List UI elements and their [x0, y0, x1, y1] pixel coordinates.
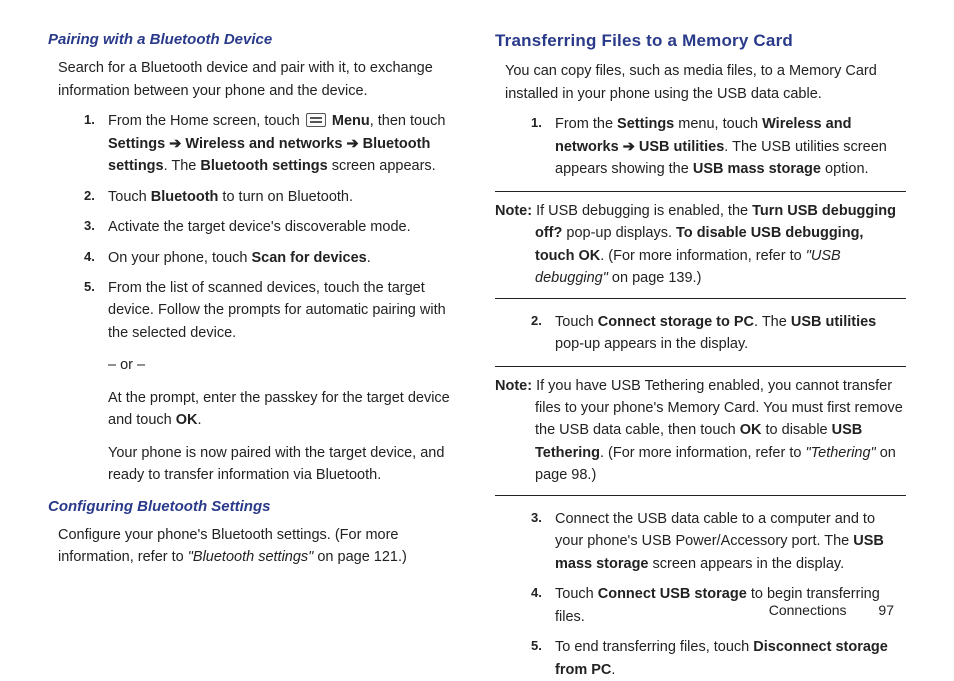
text: If USB debugging is enabled, the	[536, 203, 752, 219]
text: screen appears in the display.	[649, 556, 845, 572]
transfer-steps-a: From the Settings menu, touch Wireless a…	[495, 113, 906, 180]
text: screen appears.	[328, 158, 436, 174]
text: .	[367, 250, 371, 266]
pairing-intro: Search for a Bluetooth device and pair w…	[58, 57, 459, 102]
transfer-step-1: From the Settings menu, touch Wireless a…	[531, 113, 906, 180]
pairing-step-3: Activate the target device's discoverabl…	[84, 216, 459, 238]
bold: Settings	[617, 116, 674, 132]
text: to disable	[762, 422, 832, 438]
note-label: Note:	[495, 200, 532, 222]
text: option.	[821, 161, 869, 177]
text: On your phone, touch	[108, 250, 252, 266]
bold: USB utilities	[639, 139, 724, 155]
bold: Bluetooth	[151, 189, 219, 205]
text: . (For more information, refer to	[600, 248, 805, 264]
page-number: 97	[878, 602, 894, 618]
bold: USB mass storage	[693, 161, 821, 177]
text: to turn on Bluetooth.	[218, 189, 353, 205]
sub-step: Your phone is now paired with the target…	[108, 442, 459, 487]
heading-config: Configuring Bluetooth Settings	[48, 495, 459, 518]
text: To end transferring files, touch	[555, 639, 753, 655]
config-intro: Configure your phone's Bluetooth setting…	[58, 524, 459, 569]
right-column: Transferring Files to a Memory Card You …	[495, 28, 906, 626]
text: From the list of scanned devices, touch …	[108, 280, 446, 341]
text: . (For more information, refer to	[600, 445, 805, 461]
heading-pairing: Pairing with a Bluetooth Device	[48, 28, 459, 51]
text: Connect the USB data cable to a computer…	[555, 511, 875, 549]
note-body: If USB debugging is enabled, the Turn US…	[535, 200, 906, 290]
text: pop-up appears in the display.	[555, 336, 748, 352]
cross-ref: "Tethering"	[805, 445, 875, 461]
bold: Settings	[108, 136, 165, 152]
sub-step: At the prompt, enter the passkey for the…	[108, 387, 459, 432]
text: , then touch	[370, 113, 446, 129]
menu-icon	[306, 113, 326, 127]
transfer-step-5: To end transferring files, touch Disconn…	[531, 636, 906, 681]
pairing-step-4: On your phone, touch Scan for devices.	[84, 247, 459, 269]
transfer-intro: You can copy files, such as media files,…	[505, 60, 906, 105]
left-column: Pairing with a Bluetooth Device Search f…	[48, 28, 459, 626]
bold: Connect storage to PC	[598, 314, 754, 330]
bold: Bluetooth settings	[200, 158, 327, 174]
text: . The	[754, 314, 791, 330]
manual-page: Pairing with a Bluetooth Device Search f…	[0, 0, 954, 636]
pairing-step-1: From the Home screen, touch Menu, then t…	[84, 110, 459, 177]
arrow-icon: ➔	[165, 136, 185, 152]
bold: Scan for devices	[252, 250, 367, 266]
transfer-steps-b: Touch Connect storage to PC. The USB uti…	[495, 311, 906, 356]
text: Touch	[108, 189, 151, 205]
text: menu, touch	[674, 116, 762, 132]
heading-transfer: Transferring Files to a Memory Card	[495, 28, 906, 54]
transfer-step-3: Connect the USB data cable to a computer…	[531, 508, 906, 575]
transfer-step-2: Touch Connect storage to PC. The USB uti…	[531, 311, 906, 356]
pairing-step-5: From the list of scanned devices, touch …	[84, 277, 459, 487]
text: . The	[164, 158, 201, 174]
bold: Wireless and networks	[185, 136, 342, 152]
page-footer: Connections 97	[0, 600, 954, 622]
cross-ref: "Bluetooth settings"	[188, 549, 314, 565]
text: .	[197, 412, 201, 428]
text: Touch	[555, 314, 598, 330]
note-block-1: Note: If USB debugging is enabled, the T…	[495, 191, 906, 299]
text: Activate the target device's discoverabl…	[108, 219, 411, 235]
text: From the	[555, 116, 617, 132]
text: on page 121.)	[313, 549, 407, 565]
text: .	[611, 662, 615, 678]
bold: USB utilities	[791, 314, 876, 330]
note-body: If you have USB Tethering enabled, you c…	[535, 375, 906, 487]
pairing-steps: From the Home screen, touch Menu, then t…	[48, 110, 459, 487]
bold: Menu	[332, 113, 370, 129]
transfer-steps-c: Connect the USB data cable to a computer…	[495, 508, 906, 681]
note-block-2: Note: If you have USB Tethering enabled,…	[495, 366, 906, 496]
pairing-step-2: Touch Bluetooth to turn on Bluetooth.	[84, 186, 459, 208]
arrow-icon: ➔	[342, 136, 362, 152]
text: At the prompt, enter the passkey for the…	[108, 390, 450, 428]
text: From the Home screen, touch	[108, 113, 304, 129]
bold: OK	[740, 422, 762, 438]
note-label: Note:	[495, 375, 532, 397]
arrow-icon: ➔	[619, 139, 639, 155]
bold: OK	[176, 412, 198, 428]
text: pop-up displays.	[562, 225, 676, 241]
or-divider: – or –	[108, 354, 459, 376]
section-name: Connections	[769, 602, 847, 618]
text: on page 139.)	[608, 270, 702, 286]
